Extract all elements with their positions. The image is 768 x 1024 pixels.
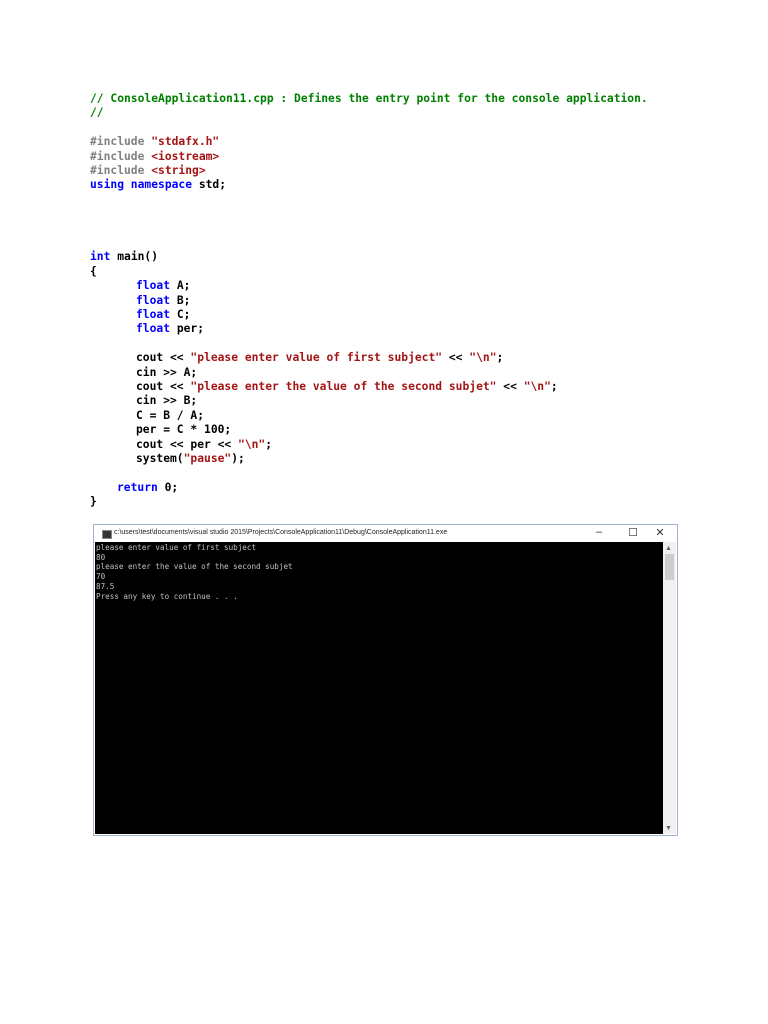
- code-token: cin >> B;: [136, 394, 198, 408]
- code-token: C = B / A;: [136, 408, 205, 422]
- scrollbar-thumb[interactable]: [665, 554, 674, 580]
- code-token: // ConsoleApplication11.cpp : Defines th…: [90, 92, 648, 105]
- title-bar[interactable]: c:\users\test\documents\visual studio 20…: [94, 525, 677, 542]
- console-line: please enter the value of the second sub…: [96, 562, 293, 572]
- code-line: float A;: [136, 279, 190, 293]
- code-token: #include: [90, 149, 152, 163]
- maximize-button[interactable]: ☐: [623, 526, 643, 539]
- code-line: cout << per << "\n";: [136, 438, 272, 452]
- code-token: <<: [496, 380, 524, 393]
- console-app-icon: [102, 530, 112, 539]
- code-token: float: [136, 293, 177, 307]
- code-line: //: [90, 106, 104, 120]
- code-line: cout << "please enter the value of the s…: [136, 380, 558, 394]
- code-token: int: [90, 250, 118, 264]
- code-line: int main(): [90, 250, 158, 264]
- code-token: B;: [176, 293, 191, 307]
- code-token: return: [117, 480, 165, 494]
- code-token: 0;: [164, 480, 179, 494]
- code-token: <<: [442, 351, 470, 365]
- vertical-scrollbar[interactable]: ▲ ▼: [663, 542, 676, 834]
- code-token: #include: [90, 135, 152, 149]
- console-line: 70: [96, 572, 106, 582]
- code-token: std;: [198, 178, 227, 192]
- code-token: "\n": [523, 380, 551, 393]
- code-token: per;: [176, 322, 205, 336]
- scroll-down-icon[interactable]: ▼: [665, 824, 672, 832]
- code-token: #include: [90, 164, 152, 177]
- console-window[interactable]: c:\users\test\documents\visual studio 20…: [93, 524, 678, 836]
- code-line: per = C * 100;: [136, 423, 231, 437]
- code-line: C = B / A;: [136, 409, 204, 423]
- code-token: cin >> A;: [136, 365, 198, 379]
- code-token: {: [90, 264, 97, 278]
- code-line: #include "stdafx.h": [90, 135, 219, 149]
- code-token: cout <<: [136, 351, 191, 365]
- code-token: C;: [176, 308, 191, 321]
- code-token: cout << per <<: [136, 437, 239, 451]
- code-token: "pause": [183, 452, 232, 465]
- code-line: cout << "please enter value of first sub…: [136, 351, 503, 365]
- code-line: float B;: [136, 294, 190, 308]
- window-title: c:\users\test\documents\visual studio 20…: [114, 529, 448, 536]
- console-line: 87.5: [96, 581, 115, 591]
- code-token: A;: [176, 279, 191, 293]
- code-line: cin >> A;: [136, 366, 197, 380]
- code-token: "\n": [238, 437, 266, 451]
- code-token: ;: [265, 437, 273, 451]
- code-token: "stdafx.h": [151, 135, 220, 149]
- code-token: "please enter the value of the second su…: [190, 380, 497, 393]
- code-line: system("pause");: [136, 452, 245, 466]
- code-token: float: [136, 322, 177, 336]
- code-line: float per;: [136, 322, 204, 336]
- code-line: return 0;: [117, 481, 178, 495]
- code-line: float C;: [136, 308, 190, 322]
- code-line: }: [90, 495, 97, 509]
- code-line: #include <iostream>: [90, 150, 219, 164]
- code-line: {: [90, 265, 97, 279]
- code-token: //: [90, 106, 104, 120]
- code-token: cout <<: [136, 380, 191, 393]
- code-line: cin >> B;: [136, 394, 197, 408]
- code-token: "please enter value of first subject": [190, 351, 443, 365]
- code-token: <string>: [151, 164, 206, 177]
- code-line: using namespace std;: [90, 178, 226, 192]
- console-output: please enter value of first subject 80 p…: [95, 542, 663, 834]
- code-token: );: [231, 452, 245, 465]
- code-token: float: [136, 279, 177, 293]
- code-token: }: [90, 495, 97, 509]
- code-token: ;: [550, 380, 558, 393]
- code-token: ;: [496, 351, 504, 365]
- minimize-button[interactable]: –: [589, 526, 609, 538]
- console-line: please enter value of first subject: [96, 543, 257, 552]
- code-token: per = C * 100;: [136, 423, 232, 437]
- code-token: float: [136, 308, 177, 321]
- code-token: <iostream>: [151, 149, 220, 163]
- close-button[interactable]: ✕: [650, 526, 670, 539]
- code-token: using namespace: [90, 178, 199, 192]
- console-line: Press any key to continue . . .: [96, 591, 238, 601]
- code-token: main(): [117, 250, 159, 264]
- console-line: 80: [96, 552, 106, 562]
- code-line: #include <string>: [90, 164, 206, 178]
- code-token: system(: [136, 452, 184, 465]
- code-line: // ConsoleApplication11.cpp : Defines th…: [90, 92, 648, 106]
- code-token: "\n": [469, 351, 497, 365]
- scroll-up-icon[interactable]: ▲: [665, 544, 672, 552]
